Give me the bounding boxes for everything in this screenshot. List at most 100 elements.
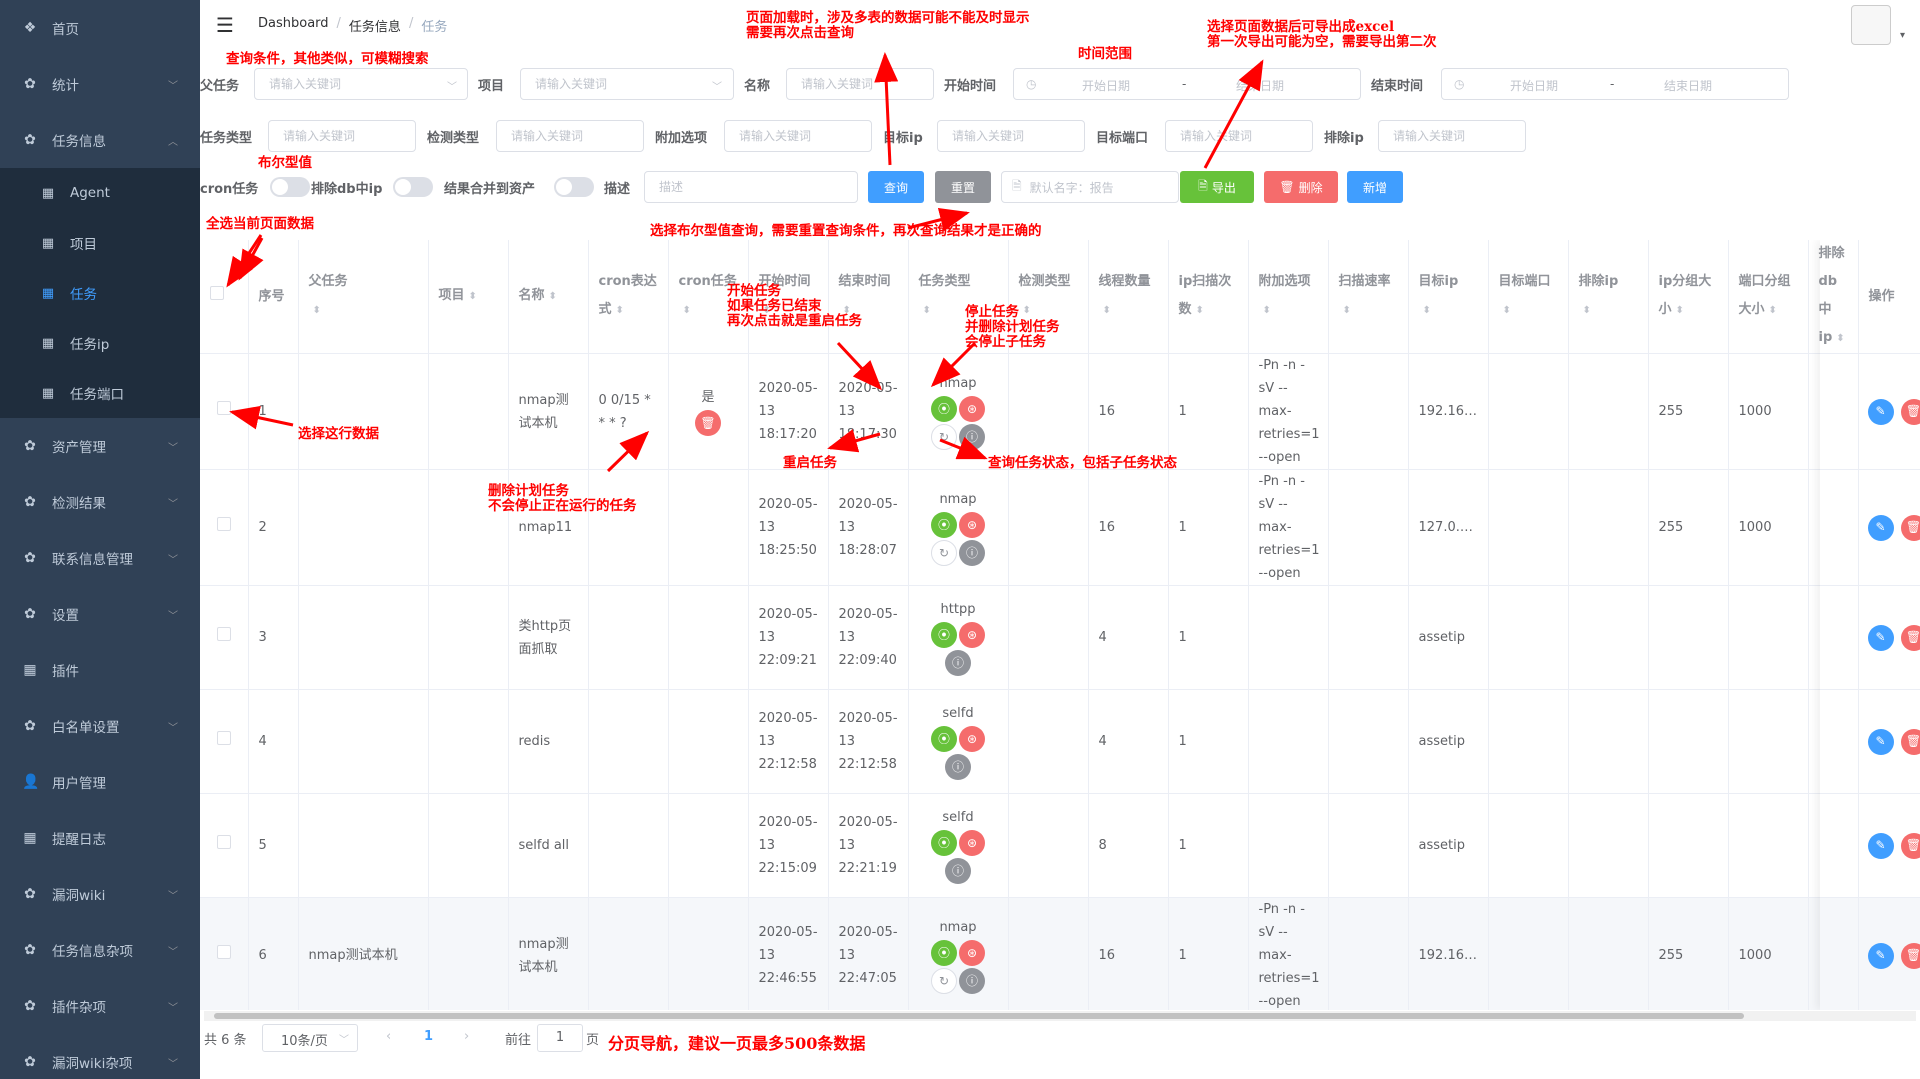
- horizontal-scrollbar[interactable]: [204, 1011, 1916, 1021]
- sort-icon[interactable]: ⬍: [1423, 305, 1431, 316]
- delete-row-icon[interactable]: 🗑: [1900, 514, 1920, 541]
- caret-down-icon[interactable]: ▾: [1900, 30, 1905, 41]
- extra-opts-input[interactable]: [724, 120, 872, 152]
- sort-icon[interactable]: ⬍: [1023, 305, 1031, 316]
- col-header[interactable]: 线程数量 ⬍: [1088, 240, 1169, 354]
- col-header[interactable]: 目标端口 ⬍: [1488, 240, 1569, 354]
- status-task-icon[interactable]: ⓘ: [945, 650, 971, 676]
- sort-icon[interactable]: ⬍: [1836, 333, 1844, 344]
- submenu-task-ip[interactable]: ▦ 任务ip: [0, 318, 200, 368]
- delete-button[interactable]: 🗑 删除: [1264, 171, 1338, 203]
- scrollbar-thumb[interactable]: [214, 1013, 1744, 1019]
- export-button[interactable]: 🗎 导出: [1180, 171, 1254, 203]
- col-header[interactable]: 结束时间⬍: [828, 240, 909, 354]
- menu-task-info[interactable]: ✿ 任务信息 ︿: [0, 112, 200, 168]
- edit-icon[interactable]: ✎: [1867, 942, 1894, 969]
- stop-task-icon[interactable]: ⊛: [959, 726, 985, 752]
- restart-task-icon[interactable]: ↻: [931, 540, 957, 566]
- stop-task-icon[interactable]: ⊛: [959, 396, 985, 422]
- sort-icon[interactable]: ⬍: [1769, 305, 1777, 316]
- desc-input[interactable]: [644, 171, 858, 203]
- menu-wiki-misc[interactable]: ✿ 漏洞wiki杂项 ﹀: [0, 1034, 200, 1079]
- merge-switch[interactable]: [554, 177, 594, 197]
- menu-whitelist[interactable]: ✿ 白名单设置 ﹀: [0, 698, 200, 754]
- stop-task-icon[interactable]: ⊛: [959, 830, 985, 856]
- col-header[interactable]: ip分组大小 ⬍: [1648, 240, 1729, 354]
- stop-task-icon[interactable]: ⊛: [959, 622, 985, 648]
- task-type-input[interactable]: [268, 120, 416, 152]
- sort-icon[interactable]: ⬍: [469, 291, 477, 302]
- goto-page-input[interactable]: 1: [537, 1024, 583, 1052]
- sort-icon[interactable]: ⬍: [1583, 305, 1591, 316]
- sort-icon[interactable]: ⬍: [1676, 305, 1684, 316]
- start-task-icon[interactable]: ⦿: [931, 622, 957, 648]
- parent-task-select[interactable]: [254, 68, 468, 100]
- detect-type-input[interactable]: [496, 120, 644, 152]
- submenu-task-port[interactable]: ▦ 任务端口: [0, 368, 200, 418]
- prev-page-icon[interactable]: ‹: [386, 1029, 391, 1044]
- exclude-ip-input[interactable]: [1378, 120, 1526, 152]
- col-header[interactable]: 排除db中ip ⬍: [1808, 240, 1859, 354]
- menu-vuln-wiki[interactable]: ✿ 漏洞wiki ﹀: [0, 866, 200, 922]
- start-task-icon[interactable]: ⦿: [931, 396, 957, 422]
- restart-task-icon[interactable]: ↻: [931, 424, 957, 450]
- delete-row-icon[interactable]: 🗑: [1900, 832, 1920, 859]
- sort-icon[interactable]: ⬍: [616, 305, 624, 316]
- edit-icon[interactable]: ✎: [1867, 398, 1894, 425]
- status-task-icon[interactable]: ⓘ: [945, 858, 971, 884]
- edit-icon[interactable]: ✎: [1867, 514, 1894, 541]
- col-header[interactable]: 扫描速率 ⬍: [1328, 240, 1409, 354]
- col-header[interactable]: 附加选项 ⬍: [1248, 240, 1329, 354]
- start-task-icon[interactable]: ⦿: [931, 726, 957, 752]
- sort-icon[interactable]: ⬍: [1103, 305, 1111, 316]
- row-checkbox[interactable]: [216, 627, 231, 641]
- select-all-checkbox[interactable]: [210, 285, 224, 300]
- col-header[interactable]: 排除ip ⬍: [1568, 240, 1649, 354]
- menu-contacts[interactable]: ✿ 联系信息管理 ﹀: [0, 530, 200, 586]
- target-ip-input[interactable]: [937, 120, 1085, 152]
- sort-icon[interactable]: ⬍: [313, 305, 321, 316]
- delete-row-icon[interactable]: 🗑: [1900, 398, 1920, 425]
- row-checkbox[interactable]: [216, 835, 231, 849]
- menu-task-misc[interactable]: ✿ 任务信息杂项 ﹀: [0, 922, 200, 978]
- status-task-icon[interactable]: ⓘ: [945, 754, 971, 780]
- stop-task-icon[interactable]: ⊛: [959, 940, 985, 966]
- start-task-icon[interactable]: ⦿: [931, 940, 957, 966]
- submenu-project[interactable]: ▦ 项目: [0, 218, 200, 268]
- page-number[interactable]: 1: [424, 1029, 433, 1044]
- next-page-icon[interactable]: ›: [464, 1029, 469, 1044]
- cron-task-switch[interactable]: [270, 177, 310, 197]
- edit-icon[interactable]: ✎: [1867, 624, 1894, 651]
- breadcrumb-dashboard[interactable]: Dashboard: [258, 16, 329, 35]
- stop-task-icon[interactable]: ⊛: [959, 512, 985, 538]
- status-task-icon[interactable]: ⓘ: [959, 540, 985, 566]
- exclude-db-switch[interactable]: [393, 177, 433, 197]
- menu-alert-log[interactable]: ▦ 提醒日志: [0, 810, 200, 866]
- sort-icon[interactable]: ⬍: [549, 291, 557, 302]
- col-header[interactable]: 端口分组大小 ⬍: [1728, 240, 1809, 354]
- menu-stats[interactable]: ✿ 统计 ﹀: [0, 56, 200, 112]
- menu-plugin-misc[interactable]: ✿ 插件杂项 ﹀: [0, 978, 200, 1034]
- restart-task-icon[interactable]: ↻: [931, 968, 957, 994]
- add-button[interactable]: 新增: [1347, 171, 1403, 203]
- col-header[interactable]: 父任务 ⬍: [298, 240, 429, 354]
- start-time-range[interactable]: ◷ 开始日期 - 结束日期: [1013, 68, 1361, 100]
- page-size-select[interactable]: 10条/页 ﹀: [262, 1024, 358, 1052]
- delete-row-icon[interactable]: 🗑: [1900, 728, 1920, 755]
- query-button[interactable]: 查询: [868, 171, 924, 203]
- export-name-input[interactable]: 🗎 默认名字：报告: [1001, 171, 1179, 203]
- start-task-icon[interactable]: ⦿: [931, 830, 957, 856]
- row-checkbox[interactable]: [216, 517, 231, 531]
- sort-icon[interactable]: ⬍: [1196, 305, 1204, 316]
- project-select[interactable]: [520, 68, 734, 100]
- col-header[interactable]: cron表达式 ⬍: [588, 240, 669, 354]
- col-header[interactable]: 项目 ⬍: [428, 240, 509, 354]
- delete-row-icon[interactable]: 🗑: [1900, 942, 1920, 969]
- row-checkbox[interactable]: [216, 401, 231, 415]
- menu-home[interactable]: ❖ 首页: [0, 0, 200, 56]
- name-input[interactable]: [786, 68, 934, 100]
- sort-icon[interactable]: ⬍: [923, 305, 931, 316]
- col-header[interactable]: 序号: [248, 240, 299, 354]
- delete-cron-icon[interactable]: 🗑: [695, 410, 721, 436]
- hamburger-icon[interactable]: ☰: [216, 13, 234, 37]
